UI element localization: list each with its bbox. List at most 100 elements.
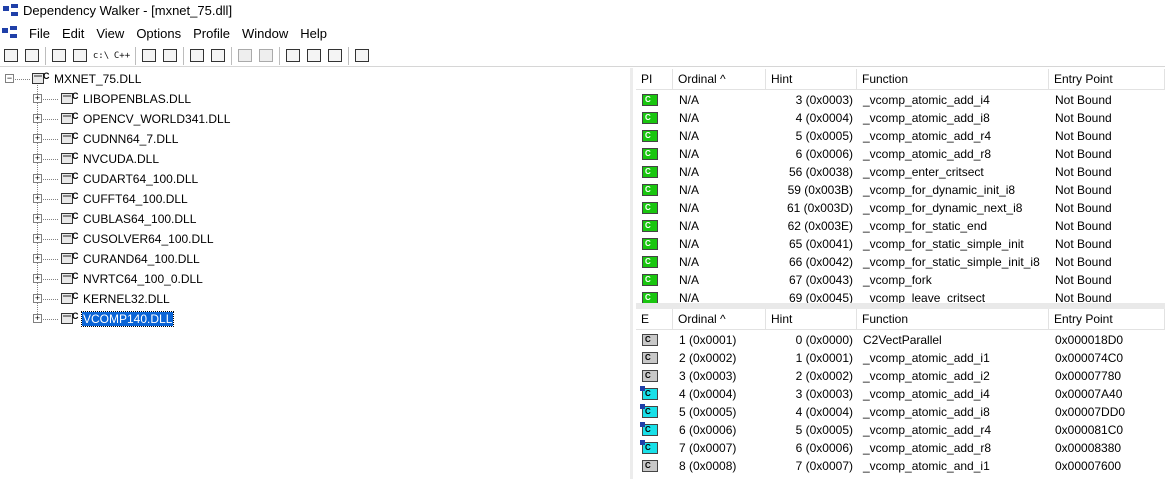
column-header-function[interactable]: Function xyxy=(857,309,1049,330)
tree-root-label[interactable]: MXNET_75.DLL xyxy=(53,72,142,86)
column-header-hint[interactable]: Hint xyxy=(766,69,857,90)
tree-item-label[interactable]: KERNEL32.DLL xyxy=(82,292,171,306)
column-header-function[interactable]: Function xyxy=(857,69,1049,90)
column-header-ordinal[interactable]: Ordinal ^ xyxy=(673,69,766,90)
redo-icon[interactable] xyxy=(257,47,275,65)
column-header-entry-point[interactable]: Entry Point xyxy=(1049,69,1165,90)
table-row[interactable]: C 2 (0x0002) 1 (0x0001) _vcomp_atomic_add_i… xyxy=(636,349,1165,367)
dll-module-icon: C xyxy=(61,131,79,145)
tree-expand-toggle[interactable]: + xyxy=(33,314,42,323)
tree-item-label[interactable]: VCOMP140.DLL xyxy=(80,311,175,327)
tree-expand-toggle[interactable]: + xyxy=(33,174,42,183)
menu-profile[interactable]: Profile xyxy=(187,26,236,41)
table-row[interactable]: C N/A 62 (0x003E) _vcomp_for_static_end Not … xyxy=(636,217,1165,235)
function-icon-cell: C xyxy=(636,163,673,181)
table-row[interactable]: C 3 (0x0003) 2 (0x0002) _vcomp_atomic_add_i… xyxy=(636,367,1165,385)
menu-file[interactable]: File xyxy=(23,26,56,41)
search-icon[interactable] xyxy=(209,47,227,65)
cell-function: _vcomp_atomic_add_i4 xyxy=(863,387,990,401)
cascade-icon[interactable] xyxy=(284,47,302,65)
column-header-ordinal[interactable]: Ordinal ^ xyxy=(673,309,766,330)
table-row[interactable]: C N/A 69 (0x0045) _vcomp_leave_critsect Not … xyxy=(636,289,1165,303)
cell-function: _vcomp_atomic_add_i1 xyxy=(863,351,990,365)
table-row[interactable]: C N/A 6 (0x0006) _vcomp_atomic_add_r8 Not Bo… xyxy=(636,145,1165,163)
table-row[interactable]: C N/A 65 (0x0041) _vcomp_for_static_simple_… xyxy=(636,235,1165,253)
table-row[interactable]: C 1 (0x0001) 0 (0x0000) C2VectParallel 0x000… xyxy=(636,331,1165,349)
tree-expand-toggle[interactable]: + xyxy=(33,154,42,163)
tile-horizontal-icon[interactable] xyxy=(305,47,323,65)
properties-icon[interactable] xyxy=(140,47,158,65)
cell-ordinal: 6 (0x0006) xyxy=(679,423,737,437)
c-path-icon[interactable]: c:\ xyxy=(92,47,110,65)
table-row[interactable]: C N/A 61 (0x003D) _vcomp_for_dynamic_next_i… xyxy=(636,199,1165,217)
open-icon[interactable] xyxy=(2,47,20,65)
column-header-icon[interactable]: PI xyxy=(636,69,673,90)
config-icon[interactable] xyxy=(161,47,179,65)
cell-hint: 6 (0x0006) xyxy=(795,147,853,161)
cpp-icon[interactable]: C++ xyxy=(113,47,131,65)
menu-edit[interactable]: Edit xyxy=(56,26,90,41)
cell-entry-point: Not Bound xyxy=(1055,93,1112,107)
menu-window[interactable]: Window xyxy=(236,26,294,41)
menu-help[interactable]: Help xyxy=(294,26,333,41)
tree-expand-toggle[interactable]: + xyxy=(33,114,42,123)
root-collapse-toggle[interactable]: − xyxy=(5,74,14,83)
tree-expand-toggle[interactable]: + xyxy=(33,134,42,143)
tree-item-label[interactable]: OPENCV_WORLD341.DLL xyxy=(82,112,231,126)
tree-item-label[interactable]: CURAND64_100.DLL xyxy=(82,252,201,266)
table-row[interactable]: C N/A 4 (0x0004) _vcomp_atomic_add_i8 Not Bo… xyxy=(636,109,1165,127)
system-info-icon[interactable] xyxy=(188,47,206,65)
tree-expand-toggle[interactable]: + xyxy=(33,294,42,303)
column-header-hint[interactable]: Hint xyxy=(766,309,857,330)
c-function-icon: C xyxy=(640,422,658,436)
function-icon-cell: C xyxy=(636,349,673,367)
table-row[interactable]: C N/A 5 (0x0005) _vcomp_atomic_add_r4 Not Bo… xyxy=(636,127,1165,145)
tree-expand-toggle[interactable]: + xyxy=(33,234,42,243)
c-function-icon: C xyxy=(642,148,658,160)
tile-vertical-icon[interactable] xyxy=(326,47,344,65)
tree-item-label[interactable]: NVCUDA.DLL xyxy=(82,152,160,166)
table-row[interactable]: C 4 (0x0004) 3 (0x0003) _vcomp_atomic_add_i… xyxy=(636,385,1165,403)
table-row[interactable]: C 5 (0x0005) 4 (0x0004) _vcomp_atomic_add_i… xyxy=(636,403,1165,421)
column-header-icon[interactable]: E xyxy=(636,309,673,330)
tree-item-label[interactable]: CUBLAS64_100.DLL xyxy=(82,212,197,226)
table-row[interactable]: C 8 (0x0008) 7 (0x0007) _vcomp_atomic_and_i… xyxy=(636,457,1165,475)
tree-expand-toggle[interactable]: + xyxy=(33,254,42,263)
dll-c-mark: C xyxy=(43,71,50,81)
tree-expand-toggle[interactable]: + xyxy=(33,194,42,203)
table-row[interactable]: C N/A 66 (0x0042) _vcomp_for_static_simple_… xyxy=(636,253,1165,271)
cell-hint: 7 (0x0007) xyxy=(795,459,853,473)
tree-icon[interactable] xyxy=(71,47,89,65)
help-icon[interactable] xyxy=(353,47,371,65)
tree-expand-toggle[interactable]: + xyxy=(33,94,42,103)
function-icon-cell: C xyxy=(636,145,673,163)
menu-view[interactable]: View xyxy=(90,26,130,41)
table-row[interactable]: C N/A 56 (0x0038) _vcomp_enter_critsect Not … xyxy=(636,163,1165,181)
tree-item-label[interactable]: CUDNN64_7.DLL xyxy=(82,132,179,146)
tree-connector xyxy=(43,179,58,180)
document-window-icon[interactable] xyxy=(2,26,18,40)
save-icon[interactable] xyxy=(23,47,41,65)
table-row[interactable]: C N/A 59 (0x003B) _vcomp_for_dynamic_init_i… xyxy=(636,181,1165,199)
undo-icon[interactable] xyxy=(236,47,254,65)
parent-imports-list[interactable]: PI Ordinal ^ Hint Function Entry Point C N/A 3… xyxy=(636,69,1165,303)
module-dependency-tree[interactable]: − C MXNET_75.DLL + C LIBOPENBLAS.DLL + C OPENCV_… xyxy=(0,68,633,479)
c-function-icon: C xyxy=(642,352,658,364)
dll-c-mark: C xyxy=(72,231,79,241)
table-row[interactable]: C N/A 67 (0x0043) _vcomp_fork Not Bound xyxy=(636,271,1165,289)
menu-options[interactable]: Options xyxy=(130,26,187,41)
column-header-entry-point[interactable]: Entry Point xyxy=(1049,309,1165,330)
tree-expand-toggle[interactable]: + xyxy=(33,274,42,283)
exports-list[interactable]: E Ordinal ^ Hint Function Entry Point C 1 (0x… xyxy=(636,309,1165,479)
tree-item-label[interactable]: CUDART64_100.DLL xyxy=(82,172,199,186)
table-row[interactable]: C N/A 3 (0x0003) _vcomp_atomic_add_i4 Not Bo… xyxy=(636,91,1165,109)
tree-item-label[interactable]: CUSOLVER64_100.DLL xyxy=(82,232,215,246)
tree-item-label[interactable]: NVRTC64_100_0.DLL xyxy=(82,272,204,286)
tree-item-label[interactable]: LIBOPENBLAS.DLL xyxy=(82,92,192,106)
tree-item-label[interactable]: CUFFT64_100.DLL xyxy=(82,192,189,206)
table-row[interactable]: C 6 (0x0006) 5 (0x0005) _vcomp_atomic_add_r… xyxy=(636,421,1165,439)
dll-module-icon: C xyxy=(61,91,79,105)
tree-expand-toggle[interactable]: + xyxy=(33,214,42,223)
table-row[interactable]: C 7 (0x0007) 6 (0x0006) _vcomp_atomic_add_r… xyxy=(636,439,1165,457)
find-icon[interactable] xyxy=(50,47,68,65)
